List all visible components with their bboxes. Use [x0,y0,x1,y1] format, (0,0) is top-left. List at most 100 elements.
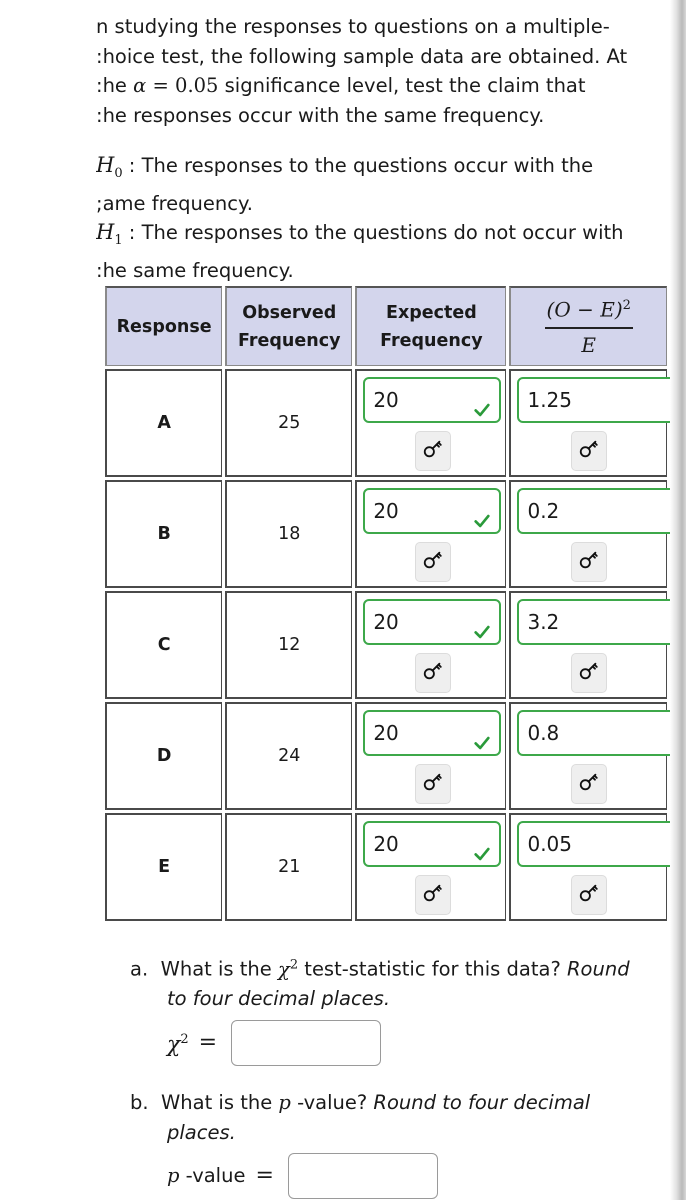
response-cell: D [105,702,223,810]
chi-square-input[interactable] [231,1019,382,1066]
contribution-value: 0.05 [527,832,572,856]
key-icon [578,438,600,465]
expected-input[interactable]: 20 [363,488,502,534]
chi-square-label: χ2 [167,1025,189,1060]
intro-line-1: n studying the responses to questions on… [96,15,610,38]
observed-cell: 12 [225,591,353,699]
key-icon [578,549,600,576]
checkmark-icon [473,502,491,528]
expected-input[interactable]: 20 [363,821,502,867]
observed-cell: 18 [225,480,353,588]
frequency-table: Response Observed Frequency Expected Frequ… [105,283,670,924]
answer-key-button[interactable] [571,431,608,471]
expected-cell: 20 [355,813,507,921]
contribution-input[interactable]: 0.05 [517,821,670,867]
contribution-input[interactable]: 3.2 [517,599,670,645]
p-value-label: p -value [167,1161,245,1191]
header-chi-component: (O − E)2 E [509,286,667,366]
expected-input[interactable]: 20 [363,710,502,756]
question-b-line-1: b. What is the p -value? Round to four d… [130,1088,670,1118]
observed-cell: 24 [225,702,353,810]
contribution-cell: 0.8 [509,702,670,810]
alpha-symbol: α [133,74,147,97]
contribution-value: 3.2 [527,610,560,634]
question-b-instruction: places. [167,1120,236,1144]
answer-key-button[interactable] [571,875,608,915]
checkmark-icon [473,391,491,417]
question-b-text-pre: What is the [160,1091,279,1114]
key-icon [422,660,444,687]
chi-fraction: (O − E)2 E [543,292,635,358]
expected-value: 20 [373,832,399,856]
key-icon [422,771,444,798]
question-a-round: Round [567,957,630,981]
answer-key-button[interactable] [571,764,608,804]
question-b-text-mid: -value? [290,1091,374,1114]
answer-key-button[interactable] [415,542,452,582]
table-row: C 12 20 3.2 [105,591,670,699]
answer-key-button[interactable] [571,653,608,693]
expected-cell: 20 [355,369,507,477]
contribution-value: 0.8 [527,721,560,745]
question-a-prefix: a. [130,957,149,981]
contribution-input[interactable]: 1.25 [517,377,670,423]
p-symbol: p [278,1091,291,1114]
expected-value: 20 [373,610,399,634]
observed-cell: 25 [225,369,353,477]
h1-letter: H [96,220,115,245]
answer-key-button[interactable] [415,653,452,693]
answer-key-button[interactable] [415,431,452,471]
contribution-value: 0.2 [527,499,560,523]
table-row: D 24 20 0.8 [105,702,670,810]
header-expected-line1: Expected [386,302,477,323]
null-hypothesis-line-2: ;ame frequency. [96,191,253,215]
question-a-line-2: to four decimal places. [130,984,670,1014]
alt-hypothesis-line-2: :he same frequency. [96,258,294,282]
expected-input[interactable]: 20 [363,377,502,423]
chi-symbol: χ2 [278,957,298,981]
expected-value: 20 [373,721,399,745]
checkmark-icon [473,613,491,639]
answer-key-button[interactable] [571,542,608,582]
contribution-cell: 1.25 [509,369,670,477]
p-value-answer-row: p -value = [130,1153,670,1199]
header-observed: Observed Frequency [225,286,353,366]
checkmark-icon [473,835,491,861]
chi-square-answer-row: χ2 = [130,1019,670,1066]
table-row: E 21 20 0.05 [105,813,670,921]
response-cell: A [105,369,223,477]
p-value-input[interactable] [287,1153,438,1199]
key-icon [578,882,600,909]
scrollbar-edge[interactable] [670,0,686,1200]
contribution-cell: 0.2 [509,480,670,588]
checkmark-icon [473,724,491,750]
h0-symbol: H0 [96,153,123,181]
contribution-input[interactable]: 0.8 [517,710,670,756]
contribution-cell: 0.05 [509,813,670,921]
table-row: A 25 20 1.25 [105,369,670,477]
intro-line-3: :he α = 0.05 significance level, test th… [96,71,676,101]
header-expected: Expected Frequency [355,286,507,366]
contribution-value: 1.25 [527,388,572,412]
table-header-row: Response Observed Frequency Expected Frequ… [105,286,667,366]
hypotheses: H0 : The responses to the questions occu… [96,151,676,285]
chi-label-letter: χ [167,1032,181,1058]
question-a: a. What is the χ2 test-statistic for thi… [130,950,670,1066]
intro-line-2: :hoice test, the following sample data a… [96,44,628,68]
expected-cell: 20 [355,591,507,699]
answer-key-button[interactable] [415,764,452,804]
table-row: B 18 20 0.2 [105,480,670,588]
intro-line-4: :he responses occur with the same freque… [96,103,545,127]
answer-key-button[interactable] [415,875,452,915]
frequency-table-container: Response Observed Frequency Expected Frequ… [105,283,670,928]
intro-line-3-pre: :he [96,74,134,97]
fraction-numerator: (O − E)2 [543,292,635,327]
question-b-line-2: places. [130,1118,670,1148]
header-expected-line2: Frequency [380,330,483,351]
expected-input[interactable]: 20 [363,599,502,645]
null-hypothesis-line-1: H0 : The responses to the questions occu… [96,151,676,189]
expected-cell: 20 [355,480,507,588]
question-b-round: Round to four decimal [373,1091,591,1114]
equals-sign: = [255,1163,274,1189]
contribution-input[interactable]: 0.2 [517,488,670,534]
